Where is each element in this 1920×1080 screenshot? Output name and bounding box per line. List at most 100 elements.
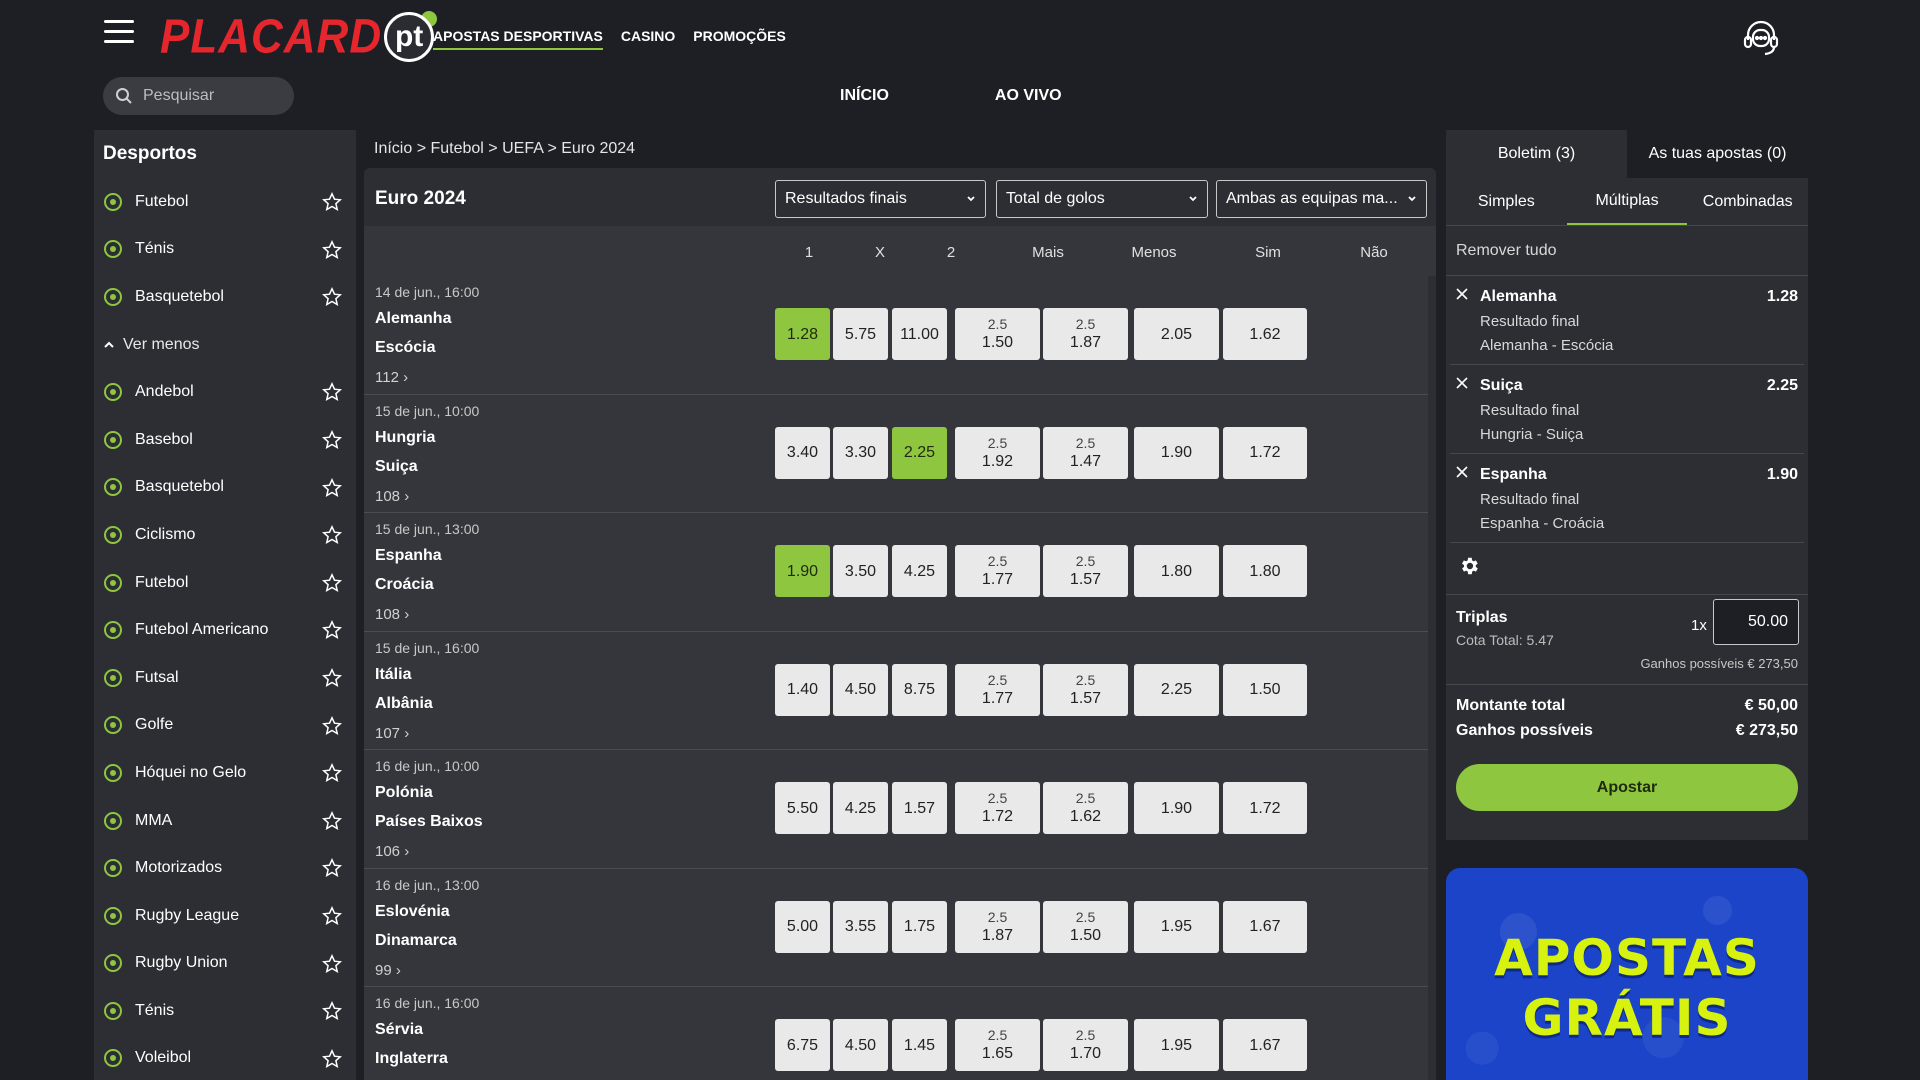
star-icon[interactable]	[321, 429, 343, 450]
odd-under[interactable]: 2.5 1.47	[1043, 426, 1128, 479]
close-icon[interactable]	[1456, 466, 1468, 478]
star-icon[interactable]	[321, 667, 343, 688]
odd-over[interactable]: 2.5 1.65	[955, 1019, 1040, 1071]
odd-away[interactable]: 1.75	[892, 900, 947, 953]
odd-btts-no[interactable]: 1.50	[1223, 663, 1307, 716]
more-markets-link[interactable]: 107 ›	[375, 725, 409, 742]
home-team[interactable]: Eslovénia	[375, 903, 450, 921]
odd-away[interactable]: 4.25	[892, 545, 947, 597]
odd-draw[interactable]: 3.30	[833, 426, 888, 479]
odd-under[interactable]: 2.5 1.70	[1043, 1019, 1128, 1071]
odd-over[interactable]: 2.5 1.87	[955, 900, 1040, 953]
breadcrumb-football[interactable]: Futebol	[430, 140, 483, 157]
away-team[interactable]: Escócia	[375, 339, 435, 357]
odd-over[interactable]: 2.5 1.92	[955, 426, 1040, 479]
star-icon[interactable]	[321, 905, 343, 926]
close-icon[interactable]	[1456, 377, 1468, 389]
odd-under[interactable]: 2.5 1.87	[1043, 308, 1128, 360]
sidebar-item[interactable]: Andebol	[94, 368, 356, 416]
tab-combined[interactable]: Combinadas	[1687, 178, 1808, 225]
odd-under[interactable]: 2.5 1.50	[1043, 900, 1128, 953]
sidebar-item[interactable]: Futebol Americano	[94, 606, 356, 654]
place-bet-button[interactable]: Apostar	[1456, 764, 1798, 811]
remove-all-button[interactable]: Remover tudo	[1446, 226, 1808, 276]
market-select-goals[interactable]: Total de golos	[996, 180, 1208, 218]
odd-away[interactable]: 8.75	[892, 663, 947, 716]
odd-draw[interactable]: 3.50	[833, 545, 888, 597]
star-icon[interactable]	[321, 382, 343, 402]
odd-btts-no[interactable]: 1.72	[1223, 426, 1307, 479]
more-markets-link[interactable]: 99 ›	[375, 962, 401, 979]
home-team[interactable]: Alemanha	[375, 310, 451, 328]
odd-home[interactable]: 6.75	[775, 1019, 830, 1071]
close-icon[interactable]	[1456, 288, 1468, 300]
star-icon[interactable]	[321, 763, 343, 783]
star-icon[interactable]	[321, 572, 343, 593]
tab-betslip[interactable]: Boletim (3)	[1446, 130, 1627, 178]
more-markets-link[interactable]: 106 ›	[375, 843, 409, 860]
sidebar-item[interactable]: Ténis	[94, 987, 356, 1035]
home-team[interactable]: Itália	[375, 666, 411, 684]
sidebar-item[interactable]: Motorizados	[94, 844, 356, 892]
sidebar-item[interactable]: Rugby League	[94, 892, 356, 940]
star-icon[interactable]	[321, 1048, 343, 1069]
odd-away[interactable]: 2.25	[892, 426, 947, 479]
sidebar-item[interactable]: Hóquei no Gelo	[94, 749, 356, 797]
tab-multiples[interactable]: Múltiplas	[1566, 178, 1688, 225]
star-icon[interactable]	[321, 192, 343, 212]
sidebar-item[interactable]: Rugby Union	[94, 940, 356, 988]
odd-home[interactable]: 5.50	[775, 782, 830, 834]
star-icon[interactable]	[321, 810, 343, 831]
gear-icon[interactable]	[1458, 555, 1480, 577]
breadcrumb-uefa[interactable]: UEFA	[502, 140, 543, 157]
market-select-result[interactable]: Resultados finais	[775, 180, 986, 218]
odd-over[interactable]: 2.5 1.72	[955, 782, 1040, 834]
sidebar-item[interactable]: Basquetebol	[94, 464, 356, 512]
odd-home[interactable]: 3.40	[775, 426, 830, 479]
away-team[interactable]: Albânia	[375, 695, 433, 713]
odd-home[interactable]: 5.00	[775, 900, 830, 953]
odd-away[interactable]: 11.00	[892, 308, 947, 360]
sidebar-item[interactable]: Futsal	[94, 654, 356, 702]
star-icon[interactable]	[321, 715, 343, 736]
sidebar-item[interactable]: Basquetebol	[94, 273, 356, 321]
sidebar-item[interactable]: Golfe	[94, 702, 356, 750]
odd-btts-no[interactable]: 1.80	[1223, 545, 1307, 597]
odd-btts-no[interactable]: 1.72	[1223, 782, 1307, 834]
odd-draw[interactable]: 4.50	[833, 663, 888, 716]
sidebar-item[interactable]: Ténis	[94, 226, 356, 274]
away-team[interactable]: Suiça	[375, 458, 418, 476]
nav-sports-betting[interactable]: APOSTAS DESPORTIVAS	[433, 28, 603, 50]
breadcrumb-home[interactable]: Início	[374, 140, 412, 157]
odd-home[interactable]: 1.40	[775, 663, 830, 716]
market-select-btts[interactable]: Ambas as equipas ma...	[1216, 180, 1427, 218]
more-markets-link[interactable]: 108 ›	[375, 488, 409, 505]
subnav-home[interactable]: INÍCIO	[840, 87, 889, 105]
free-bets-banner[interactable]: APOSTAS GRÁTIS	[1446, 868, 1808, 1080]
odd-draw[interactable]: 4.25	[833, 782, 888, 834]
sidebar-item[interactable]: MMA	[94, 797, 356, 845]
star-icon[interactable]	[321, 525, 343, 545]
home-team[interactable]: Espanha	[375, 547, 442, 565]
odd-draw[interactable]: 5.75	[833, 308, 888, 360]
away-team[interactable]: Inglaterra	[375, 1050, 448, 1068]
subnav-live[interactable]: AO VIVO	[995, 87, 1062, 105]
sidebar-item[interactable]: Futebol	[94, 559, 356, 607]
menu-icon[interactable]	[104, 20, 134, 48]
search-box[interactable]	[103, 77, 294, 115]
star-icon[interactable]	[321, 477, 343, 498]
odd-away[interactable]: 1.57	[892, 782, 947, 834]
sidebar-item[interactable]: Ciclismo	[94, 511, 356, 559]
odd-home[interactable]: 1.90	[775, 545, 830, 597]
odd-btts-yes[interactable]: 1.90	[1134, 782, 1219, 834]
more-markets-link[interactable]: 112 ›	[375, 369, 408, 386]
sidebar-item[interactable]: Basebol	[94, 416, 356, 464]
search-input[interactable]	[143, 87, 283, 105]
away-team[interactable]: Croácia	[375, 576, 434, 594]
star-icon[interactable]	[321, 953, 343, 974]
away-team[interactable]: Dinamarca	[375, 932, 457, 950]
more-markets-link[interactable]: 108 ›	[375, 606, 409, 623]
odd-btts-no[interactable]: 1.67	[1223, 900, 1307, 953]
nav-casino[interactable]: CASINO	[621, 28, 675, 50]
sidebar-item[interactable]: Voleibol	[94, 1035, 356, 1080]
